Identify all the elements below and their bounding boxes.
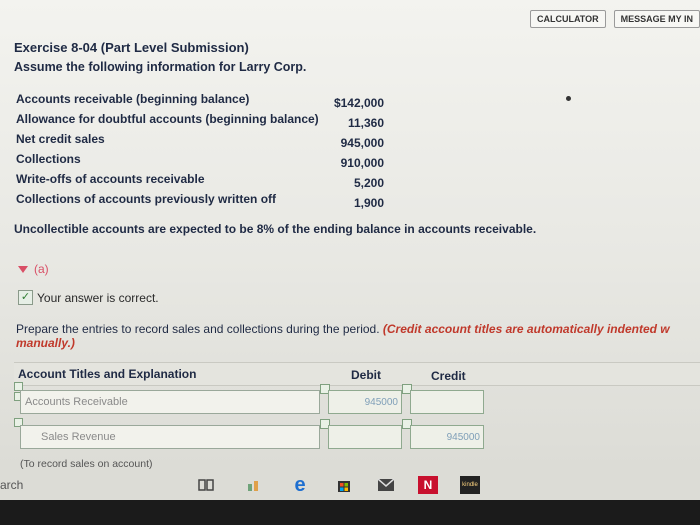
info-label: Accounts receivable (beginning balance) (16, 92, 250, 106)
credit-input[interactable] (410, 390, 484, 414)
header-account: Account Titles and Explanation (18, 367, 197, 381)
mail-icon[interactable] (376, 476, 396, 494)
info-labels: Accounts receivable (beginning balance) … (16, 89, 319, 209)
exercise-intro: Assume the following information for Lar… (14, 60, 307, 74)
top-toolbar: CALCULATOR MESSAGE MY IN (529, 10, 700, 28)
info-value: $142,000 (333, 96, 384, 110)
debit-input[interactable] (328, 390, 402, 414)
account-title-input[interactable] (20, 390, 320, 414)
credit-input[interactable] (410, 425, 484, 449)
app-icon[interactable] (244, 476, 264, 494)
info-value: 945,000 (340, 136, 384, 150)
problem-statement: Uncollectible accounts are expected to b… (14, 222, 537, 236)
info-label: Net credit sales (16, 132, 105, 146)
debit-input[interactable] (328, 425, 402, 449)
info-label: Collections of accounts previously writt… (16, 192, 277, 206)
store-icon[interactable] (334, 476, 354, 494)
collapse-triangle-icon (18, 265, 28, 273)
info-value: 910,000 (340, 156, 384, 170)
info-label: Write-offs of accounts receivable (16, 172, 205, 186)
info-value: 11,360 (347, 116, 384, 130)
mouse-cursor-dot (566, 96, 571, 101)
kindle-icon[interactable]: kindle (460, 476, 480, 494)
info-value: 1,900 (353, 196, 384, 210)
exercise-title: Exercise 8-04 (Part Level Submission) (14, 40, 249, 55)
edge-browser-icon[interactable]: e (290, 474, 310, 496)
header-credit: Credit (431, 369, 466, 383)
answer-status-text: Your answer is correct. (37, 290, 159, 305)
instructions-text: Prepare the entries to record sales and … (16, 322, 383, 336)
part-a-toggle[interactable]: (a) (18, 262, 49, 276)
info-label: Allowance for doubtful accounts (beginni… (16, 112, 319, 126)
part-label: (a) (34, 262, 49, 276)
entry-explanation: (To record sales on account) (20, 458, 153, 470)
instructions: Prepare the entries to record sales and … (16, 322, 700, 350)
info-value: 5,200 (353, 176, 384, 190)
browser-content: CALCULATOR MESSAGE MY IN Exercise 8-04 (… (0, 0, 700, 470)
message-instructor-button[interactable]: MESSAGE MY IN (613, 10, 700, 28)
answer-status: ✓ Your answer is correct. (18, 290, 159, 305)
checkmark-icon: ✓ (18, 290, 33, 305)
info-label: Collections (16, 152, 81, 166)
calculator-button[interactable]: CALCULATOR (529, 10, 606, 28)
journal-table-header: Account Titles and Explanation Debit Cre… (14, 362, 700, 386)
task-view-icon[interactable] (196, 476, 216, 494)
info-values: $142,000 11,360 945,000 910,000 5,200 1,… (318, 93, 384, 213)
account-title-input[interactable] (20, 425, 320, 449)
netflix-icon[interactable]: N (418, 476, 438, 494)
screen-bezel (0, 500, 700, 525)
header-debit: Debit (351, 368, 381, 382)
taskbar-search[interactable]: arch (0, 478, 23, 492)
